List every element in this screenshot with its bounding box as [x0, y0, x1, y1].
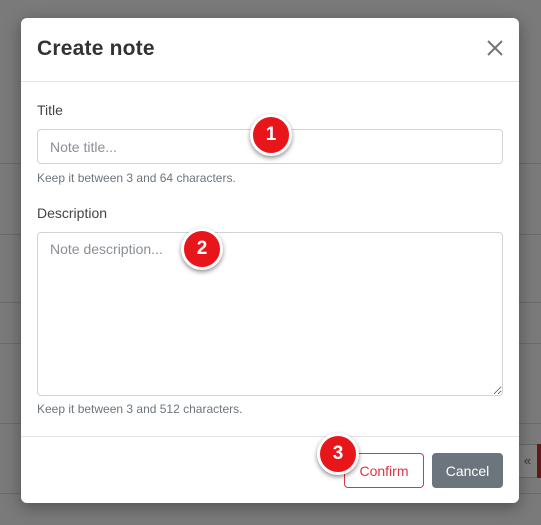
create-note-dialog: Create note Title Keep it between 3 and …: [21, 18, 519, 503]
step-marker-1: 1: [250, 114, 292, 156]
step-marker-3: 3: [317, 433, 359, 475]
description-label: Description: [37, 205, 108, 221]
description-textarea[interactable]: [37, 232, 503, 396]
description-help-text: Keep it between 3 and 512 characters.: [37, 402, 243, 416]
step-marker-2: 2: [181, 228, 223, 270]
title-label: Title: [37, 102, 63, 118]
close-icon[interactable]: [485, 38, 505, 58]
modal-title: Create note: [37, 37, 155, 60]
title-help-text: Keep it between 3 and 64 characters.: [37, 171, 236, 185]
modal-header: Create note: [21, 18, 519, 82]
cancel-button[interactable]: Cancel: [432, 453, 503, 488]
modal-footer: Confirm Cancel: [21, 436, 519, 503]
